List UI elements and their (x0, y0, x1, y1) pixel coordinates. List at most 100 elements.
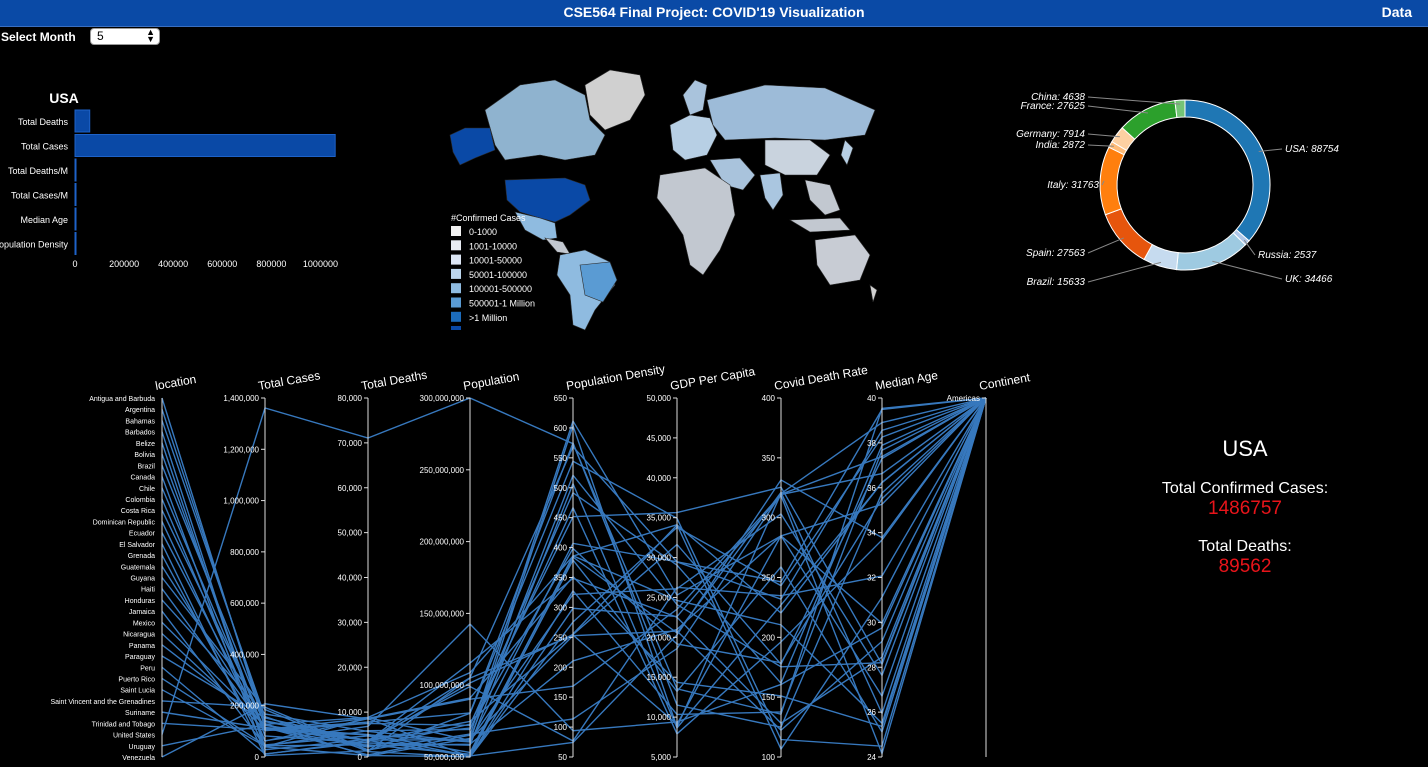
greenland-shape (584, 69, 646, 131)
bar (74, 207, 77, 231)
data-link[interactable]: Data (1382, 4, 1412, 20)
pc-line (161, 397, 987, 743)
pc-tick-label: 150,000,000 (420, 609, 465, 618)
pc-tick-label: 40,000 (647, 474, 672, 483)
pc-location-label: United States (113, 733, 156, 740)
bar-tick-label: 400000 (158, 259, 188, 269)
donut-leader-line (1087, 133, 1120, 138)
donut-leader-line (1212, 260, 1283, 280)
month-select-value: 5 (97, 29, 104, 43)
map-legend-swatch (451, 254, 461, 265)
pc-tick-label: 350 (762, 454, 776, 463)
pc-line (161, 397, 987, 742)
central-am-shape (544, 237, 571, 255)
pc-tick-label: 1,000,000 (223, 497, 259, 506)
pc-tick-label: 40 (867, 394, 876, 403)
pc-line (161, 397, 987, 742)
map-legend-swatch (451, 240, 461, 251)
map-legend-label: 10001-50000 (469, 256, 522, 266)
pc-location-label: Bolivia (134, 452, 155, 459)
pc-tick-label: 250 (762, 574, 776, 583)
pc-tick-label: 800,000 (230, 548, 259, 557)
pc-location-label: Grenada (128, 553, 155, 560)
pc-location-label: Belize (136, 441, 155, 448)
bar-category-label: Total Cases (21, 142, 69, 152)
pc-tick-label: 30 (867, 618, 876, 627)
africa-shape (656, 167, 736, 276)
pc-location-label: Suriname (125, 710, 155, 717)
donut-slice (1174, 99, 1186, 119)
pc-line (161, 397, 987, 748)
pc-location-label: Puerto Rico (118, 676, 155, 683)
pc-location-label: Costa Rica (121, 508, 155, 515)
pc-tick-label: 300 (762, 514, 776, 523)
india-shape (759, 172, 784, 211)
pc-line (161, 397, 987, 747)
summary-cases-label: Total Confirmed Cases: (1161, 480, 1329, 497)
pc-tick-label: 40,000 (338, 574, 363, 583)
pc-axis-title: location (154, 372, 197, 393)
pc-location-label: El Salvador (119, 542, 155, 549)
pc-line (161, 397, 987, 741)
pc-tick-label: 70,000 (338, 439, 363, 448)
pc-tick-label: 38 (867, 439, 876, 448)
pc-tick-label: 32 (867, 574, 876, 583)
pc-tick-label: 400 (762, 394, 776, 403)
pc-tick-label: 100 (762, 753, 776, 762)
pc-tick-label: 34 (867, 529, 876, 538)
deaths-donut-chart: USA: 88754 Russia: 2537 UK: 34466 Brazil: 1… (1016, 92, 1339, 288)
pc-location-label: Bahamas (125, 418, 155, 425)
bar-category-label: Total Deaths/M (8, 166, 68, 176)
pc-tick-label: 150 (554, 693, 568, 702)
pc-location-label: Canada (130, 475, 155, 482)
pc-axis-title: Population Density (565, 362, 666, 393)
pc-tick-label: 350 (554, 574, 568, 583)
pc-location-label: Trinidad and Tobago (92, 721, 156, 728)
pc-tick-label: 250 (554, 633, 568, 642)
donut-label: USA: 88754 (1285, 144, 1339, 155)
month-select[interactable]: 5 ▲ ▼ (90, 28, 160, 45)
summary-deaths-value: 89562 (1218, 556, 1272, 577)
donut-label: Spain: 27563 (1026, 248, 1085, 259)
donut-label: Russia: 2537 (1258, 250, 1317, 261)
bar-tick-label: 200000 (109, 259, 139, 269)
pc-location-label: Nicaragua (123, 632, 155, 639)
pc-location-label: Paraguay (125, 654, 155, 661)
donut-leader-line (1243, 239, 1256, 256)
pc-tick-label: 50 (558, 753, 567, 762)
pc-tick-label: 10,000 (647, 713, 672, 722)
pc-axis-title: Total Cases (257, 368, 321, 393)
pc-location-label: Venezuela (122, 755, 155, 762)
pc-location-label: Saint Lucia (120, 688, 155, 695)
australia-shape (814, 234, 871, 286)
pc-line (161, 397, 987, 748)
pc-tick-label: 80,000 (338, 394, 363, 403)
pc-line (161, 397, 987, 743)
pc-tick-label: 20,000 (338, 663, 363, 672)
map-legend-label: 500001-1 Million (469, 299, 535, 309)
pc-tick-label: 50,000 (338, 529, 363, 538)
bar-tick-label: 600000 (207, 259, 237, 269)
map-legend-title: #Confirmed Cases (451, 213, 526, 223)
bar-category-label: Median Age (20, 215, 68, 225)
nz-shape (869, 284, 878, 303)
pc-tick-label: 600,000 (230, 599, 259, 608)
donut-leader-line (1087, 261, 1162, 283)
donut-label: Italy: 31763 (1047, 180, 1099, 191)
pc-location-label: Antigua and Barbuda (89, 396, 155, 403)
donut-leader-line (1087, 96, 1181, 105)
pc-location-label: Guatemala (121, 564, 155, 571)
summary-cases-value: 1486757 (1208, 498, 1282, 519)
pc-location-label: Guyana (130, 576, 155, 583)
pc-tick-label: 200,000 (230, 702, 259, 711)
donut-label: India: 2872 (1036, 140, 1086, 151)
donut-leader-line (1087, 105, 1148, 114)
pc-location-label: Peru (140, 665, 155, 672)
donut-slice (1104, 208, 1153, 261)
alaska-shape (449, 127, 496, 166)
pc-tick-label: 500 (554, 484, 568, 493)
summary-country: USA (1222, 436, 1268, 461)
bar (74, 134, 336, 157)
map-legend-label: >1 Million (469, 313, 507, 323)
pc-tick-label: 60,000 (338, 484, 363, 493)
